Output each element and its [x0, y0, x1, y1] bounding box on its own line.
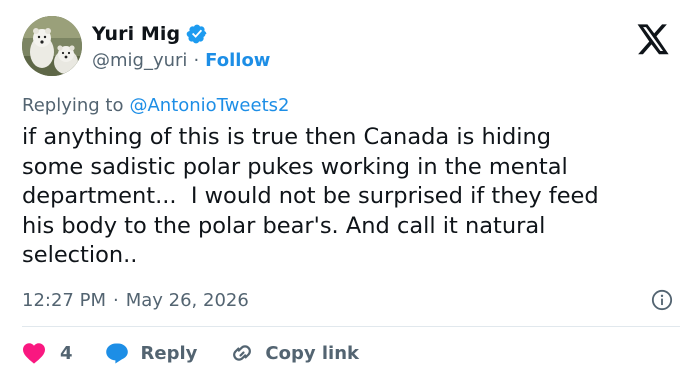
- author-handle-row: @mig_yuri · Follow: [92, 47, 270, 73]
- follow-button[interactable]: Follow: [205, 50, 270, 71]
- meta-separator: ·: [112, 289, 119, 311]
- author-name-row: Yuri Mig: [92, 20, 208, 48]
- info-icon[interactable]: [651, 289, 673, 311]
- reply-target-link[interactable]: @AntonioTweets2: [129, 95, 289, 116]
- copy-link-label: Copy link: [265, 342, 359, 364]
- reply-context: Replying to @AntonioTweets2: [22, 92, 289, 118]
- like-button[interactable]: 4: [22, 342, 73, 364]
- action-bar: 4 Reply Copy link: [22, 338, 359, 368]
- author-display-name[interactable]: Yuri Mig: [92, 23, 180, 45]
- tweet-meta: 12:27 PM · May 26, 2026: [22, 286, 249, 314]
- copy-link-button[interactable]: Copy link: [229, 342, 359, 364]
- reply-button[interactable]: Reply: [105, 342, 198, 364]
- reply-bubble-icon: [105, 343, 128, 364]
- tweet-date[interactable]: May 26, 2026: [126, 290, 249, 311]
- tweet-time[interactable]: 12:27 PM: [22, 290, 106, 311]
- author-handle[interactable]: @mig_yuri: [92, 50, 187, 71]
- like-count: 4: [60, 342, 73, 364]
- reply-context-prefix: Replying to: [22, 94, 124, 116]
- divider: [22, 326, 680, 327]
- tweet-card: Yuri Mig @mig_yuri · Follow Replying to …: [0, 0, 700, 379]
- verified-badge-icon: [186, 24, 207, 44]
- x-logo-icon[interactable]: [637, 24, 670, 55]
- heart-icon: [23, 343, 45, 364]
- reply-label: Reply: [140, 342, 198, 364]
- avatar-polar-bears-image: [22, 16, 82, 76]
- handle-separator: ·: [193, 49, 200, 71]
- avatar[interactable]: [22, 16, 82, 76]
- tweet-text: if anything of this is true then Canada …: [22, 124, 599, 268]
- link-icon: [233, 345, 252, 361]
